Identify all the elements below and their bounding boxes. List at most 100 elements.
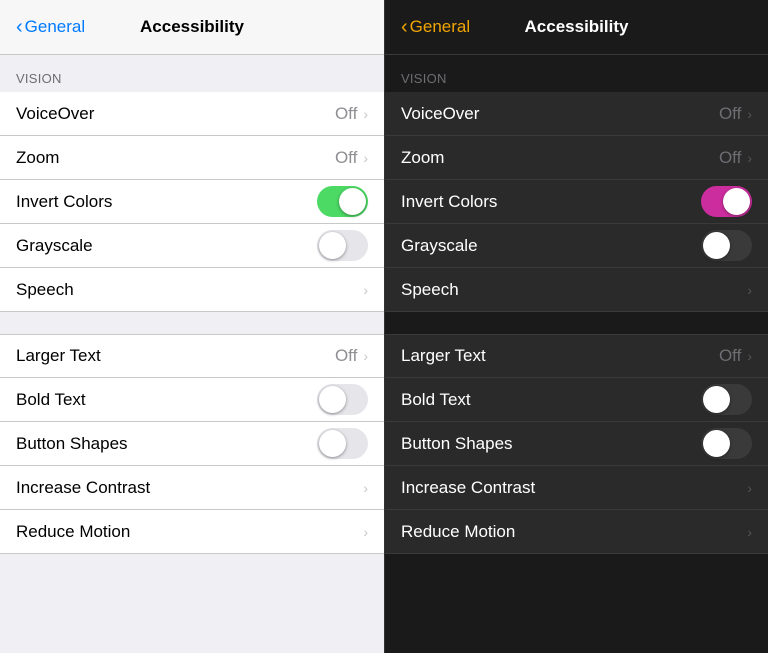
reduce-motion-label-light: Reduce Motion bbox=[16, 522, 130, 542]
separator-light bbox=[0, 312, 384, 334]
voiceover-label-light: VoiceOver bbox=[16, 104, 94, 124]
button-shapes-toggle-light[interactable] bbox=[317, 428, 368, 459]
larger-text-chevron-dark: › bbox=[747, 348, 752, 364]
voiceover-chevron-light: › bbox=[363, 106, 368, 122]
panel-light: ‹ General Accessibility VISION VoiceOver… bbox=[0, 0, 384, 653]
speech-row-dark[interactable]: Speech › bbox=[385, 268, 768, 312]
increase-contrast-right-light: › bbox=[363, 480, 368, 496]
reduce-motion-label-dark: Reduce Motion bbox=[401, 522, 515, 542]
back-button-light[interactable]: ‹ General bbox=[16, 17, 85, 37]
zoom-label-light: Zoom bbox=[16, 148, 59, 168]
grayscale-label-light: Grayscale bbox=[16, 236, 93, 256]
grayscale-label-dark: Grayscale bbox=[401, 236, 478, 256]
zoom-value-light: Off bbox=[335, 148, 357, 168]
increase-contrast-right-dark: › bbox=[747, 480, 752, 496]
invert-colors-label-light: Invert Colors bbox=[16, 192, 112, 212]
reduce-motion-row-dark[interactable]: Reduce Motion › bbox=[385, 510, 768, 554]
vision-group-dark: VISION VoiceOver Off › Zoom Off › Invert… bbox=[385, 55, 768, 312]
speech-right-light: › bbox=[363, 282, 368, 298]
page-title-light: Accessibility bbox=[140, 17, 244, 37]
voiceover-value-dark: Off bbox=[719, 104, 741, 124]
zoom-right-dark: Off › bbox=[719, 148, 752, 168]
larger-text-row-dark[interactable]: Larger Text Off › bbox=[385, 334, 768, 378]
grayscale-row-dark[interactable]: Grayscale bbox=[385, 224, 768, 268]
increase-contrast-chevron-dark: › bbox=[747, 480, 752, 496]
reduce-motion-chevron-dark: › bbox=[747, 524, 752, 540]
invert-colors-row-light[interactable]: Invert Colors bbox=[0, 180, 384, 224]
separator-dark bbox=[385, 312, 768, 334]
larger-text-right-light: Off › bbox=[335, 346, 368, 366]
voiceover-row-light[interactable]: VoiceOver Off › bbox=[0, 92, 384, 136]
increase-contrast-label-dark: Increase Contrast bbox=[401, 478, 535, 498]
bold-text-toggle-light[interactable] bbox=[317, 384, 368, 415]
panel-dark: ‹ General Accessibility VISION VoiceOver… bbox=[384, 0, 768, 653]
bold-text-toggle-dark[interactable] bbox=[701, 384, 752, 415]
zoom-row-dark[interactable]: Zoom Off › bbox=[385, 136, 768, 180]
grayscale-thumb-dark bbox=[703, 232, 730, 259]
invert-colors-thumb-dark bbox=[723, 188, 750, 215]
grayscale-toggle-dark[interactable] bbox=[701, 230, 752, 261]
back-chevron-icon: ‹ bbox=[16, 17, 23, 37]
grayscale-thumb-light bbox=[319, 232, 346, 259]
zoom-row-light[interactable]: Zoom Off › bbox=[0, 136, 384, 180]
speech-label-dark: Speech bbox=[401, 280, 459, 300]
increase-contrast-chevron-light: › bbox=[363, 480, 368, 496]
vision-label-dark: VISION bbox=[385, 55, 768, 92]
reduce-motion-right-dark: › bbox=[747, 524, 752, 540]
speech-row-light[interactable]: Speech › bbox=[0, 268, 384, 312]
bold-text-label-dark: Bold Text bbox=[401, 390, 471, 410]
grayscale-row-light[interactable]: Grayscale bbox=[0, 224, 384, 268]
button-shapes-thumb-dark bbox=[703, 430, 730, 457]
bold-text-row-light[interactable]: Bold Text bbox=[0, 378, 384, 422]
reduce-motion-right-light: › bbox=[363, 524, 368, 540]
grayscale-toggle-light[interactable] bbox=[317, 230, 368, 261]
bold-text-label-light: Bold Text bbox=[16, 390, 86, 410]
bold-text-thumb-light bbox=[319, 386, 346, 413]
voiceover-label-dark: VoiceOver bbox=[401, 104, 479, 124]
bold-text-row-dark[interactable]: Bold Text bbox=[385, 378, 768, 422]
button-shapes-label-dark: Button Shapes bbox=[401, 434, 513, 454]
voiceover-right-dark: Off › bbox=[719, 104, 752, 124]
page-title-dark: Accessibility bbox=[525, 17, 629, 37]
zoom-right-light: Off › bbox=[335, 148, 368, 168]
larger-text-value-light: Off bbox=[335, 346, 357, 366]
text-group-dark: Larger Text Off › Bold Text Button Shape… bbox=[385, 334, 768, 554]
text-group-light: Larger Text Off › Bold Text Button Shape… bbox=[0, 334, 384, 554]
invert-colors-thumb-light bbox=[339, 188, 366, 215]
zoom-label-dark: Zoom bbox=[401, 148, 444, 168]
button-shapes-row-light[interactable]: Button Shapes bbox=[0, 422, 384, 466]
larger-text-label-light: Larger Text bbox=[16, 346, 101, 366]
back-button-dark[interactable]: ‹ General bbox=[401, 17, 470, 37]
reduce-motion-row-light[interactable]: Reduce Motion › bbox=[0, 510, 384, 554]
bold-text-thumb-dark bbox=[703, 386, 730, 413]
header-light: ‹ General Accessibility bbox=[0, 0, 384, 55]
zoom-value-dark: Off bbox=[719, 148, 741, 168]
button-shapes-label-light: Button Shapes bbox=[16, 434, 128, 454]
zoom-chevron-dark: › bbox=[747, 150, 752, 166]
speech-label-light: Speech bbox=[16, 280, 74, 300]
larger-text-row-light[interactable]: Larger Text Off › bbox=[0, 334, 384, 378]
button-shapes-toggle-dark[interactable] bbox=[701, 428, 752, 459]
button-shapes-row-dark[interactable]: Button Shapes bbox=[385, 422, 768, 466]
reduce-motion-chevron-light: › bbox=[363, 524, 368, 540]
increase-contrast-row-light[interactable]: Increase Contrast › bbox=[0, 466, 384, 510]
button-shapes-thumb-light bbox=[319, 430, 346, 457]
voiceover-chevron-dark: › bbox=[747, 106, 752, 122]
invert-colors-toggle-dark[interactable] bbox=[701, 186, 752, 217]
back-label-light: General bbox=[25, 17, 85, 37]
vision-label-light: VISION bbox=[0, 55, 384, 92]
zoom-chevron-light: › bbox=[363, 150, 368, 166]
speech-right-dark: › bbox=[747, 282, 752, 298]
invert-colors-toggle-light[interactable] bbox=[317, 186, 368, 217]
voiceover-right-light: Off › bbox=[335, 104, 368, 124]
back-chevron-icon-dark: ‹ bbox=[401, 17, 408, 37]
larger-text-value-dark: Off bbox=[719, 346, 741, 366]
increase-contrast-row-dark[interactable]: Increase Contrast › bbox=[385, 466, 768, 510]
invert-colors-row-dark[interactable]: Invert Colors bbox=[385, 180, 768, 224]
larger-text-right-dark: Off › bbox=[719, 346, 752, 366]
header-dark: ‹ General Accessibility bbox=[385, 0, 768, 55]
speech-chevron-light: › bbox=[363, 282, 368, 298]
back-label-dark: General bbox=[410, 17, 470, 37]
voiceover-row-dark[interactable]: VoiceOver Off › bbox=[385, 92, 768, 136]
vision-group-light: VISION VoiceOver Off › Zoom Off › Invert… bbox=[0, 55, 384, 312]
